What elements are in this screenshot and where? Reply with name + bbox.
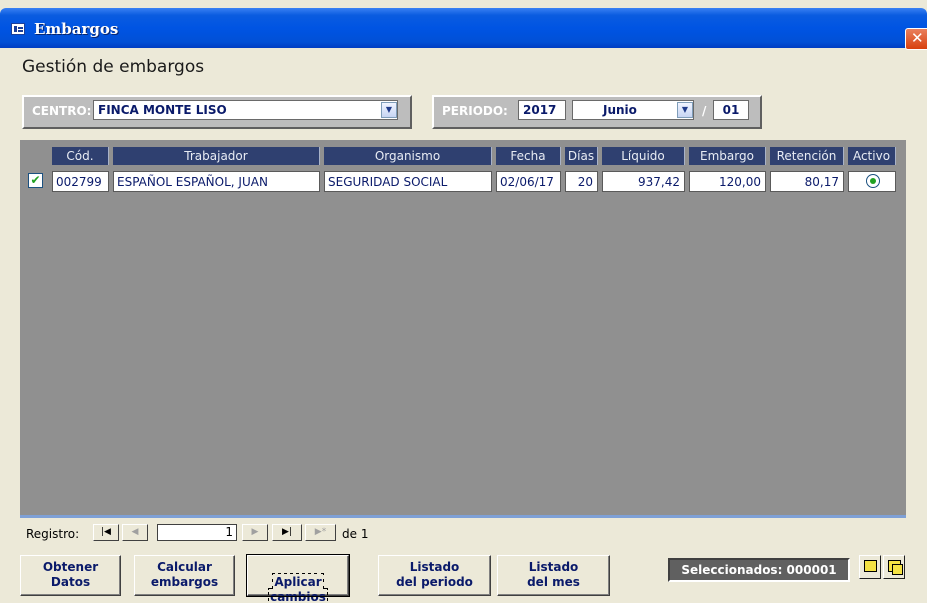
- cell-trabajador[interactable]: ESPAÑOL ESPAÑOL, JUAN: [113, 171, 320, 192]
- column-header-dias: Días: [565, 147, 598, 165]
- centro-select[interactable]: FINCA MONTE LISO: [93, 100, 398, 120]
- window-title: Embargos: [34, 20, 119, 38]
- calcular-embargos-button[interactable]: Calcular embargos: [134, 555, 235, 596]
- column-header-cod: Cód.: [52, 147, 109, 165]
- record-label: Registro:: [26, 527, 80, 541]
- cell-embargo[interactable]: 120,00: [689, 171, 766, 192]
- record-number-input[interactable]: 1: [157, 524, 237, 541]
- obtener-datos-button[interactable]: Obtener Datos: [20, 555, 121, 596]
- cell-liquido[interactable]: 937,42: [602, 171, 685, 192]
- embargos-window: Embargos ✕ Gestión de embargos CENTRO: F…: [0, 0, 927, 603]
- column-header-embargo: Embargo: [689, 147, 766, 165]
- column-header-fecha: Fecha: [496, 147, 561, 165]
- select-all-icon[interactable]: [859, 555, 881, 579]
- record-navigation: [20, 521, 906, 545]
- close-button[interactable]: ✕: [905, 28, 927, 50]
- periodo-label: PERIODO:: [442, 104, 508, 118]
- cell-dias[interactable]: 20: [565, 171, 598, 192]
- cell-fecha[interactable]: 02/06/17: [496, 171, 561, 192]
- year-value: 2017: [523, 103, 557, 117]
- new-record-icon[interactable]: ▶*: [305, 524, 336, 541]
- period-number-field[interactable]: 01: [713, 100, 749, 120]
- aplicar-cambios-label: Aplicar cambios: [268, 573, 328, 603]
- next-record-icon[interactable]: ▶: [242, 524, 268, 541]
- page-title: Gestión de embargos: [22, 57, 205, 77]
- period-number-value: 01: [722, 103, 740, 117]
- listado-mes-button[interactable]: Listado del mes: [497, 555, 610, 596]
- centro-value: FINCA MONTE LISO: [98, 103, 227, 117]
- column-header-trabajador: Trabajador: [113, 147, 320, 165]
- row-select-checkbox[interactable]: ✔: [28, 173, 43, 188]
- column-header-retencion: Retención: [770, 147, 844, 165]
- copy-selection-icon[interactable]: [883, 555, 905, 579]
- month-value: Junio: [603, 103, 637, 117]
- column-header-organismo: Organismo: [324, 147, 492, 165]
- centro-dropdown-icon[interactable]: ▼: [381, 102, 397, 118]
- listado-periodo-button[interactable]: Listado del periodo: [378, 555, 491, 596]
- last-record-icon[interactable]: ▶|: [272, 524, 302, 541]
- month-dropdown-icon[interactable]: ▼: [677, 102, 693, 118]
- cell-retencion[interactable]: 80,17: [770, 171, 844, 192]
- month-select[interactable]: Junio: [572, 100, 694, 120]
- record-count: de 1: [342, 527, 369, 541]
- centro-label: CENTRO:: [32, 104, 92, 118]
- column-header-liquido: Líquido: [602, 147, 685, 165]
- year-field[interactable]: 2017: [518, 100, 566, 120]
- period-separator: /: [702, 104, 707, 118]
- selected-count-badge: Seleccionados: 000001: [668, 558, 850, 582]
- title-bar: Embargos ✕: [0, 8, 927, 50]
- previous-record-icon[interactable]: ◀: [122, 524, 148, 541]
- aplicar-cambios-button[interactable]: Aplicar cambios: [246, 554, 350, 603]
- activo-radio[interactable]: [866, 174, 880, 188]
- column-header-activo: Activo: [848, 147, 896, 165]
- form-icon: [11, 23, 25, 35]
- cell-cod[interactable]: 002799: [52, 171, 109, 192]
- first-record-icon[interactable]: |◀: [93, 524, 119, 541]
- records-grid: [20, 140, 906, 518]
- cell-organismo[interactable]: SEGURIDAD SOCIAL: [324, 171, 492, 192]
